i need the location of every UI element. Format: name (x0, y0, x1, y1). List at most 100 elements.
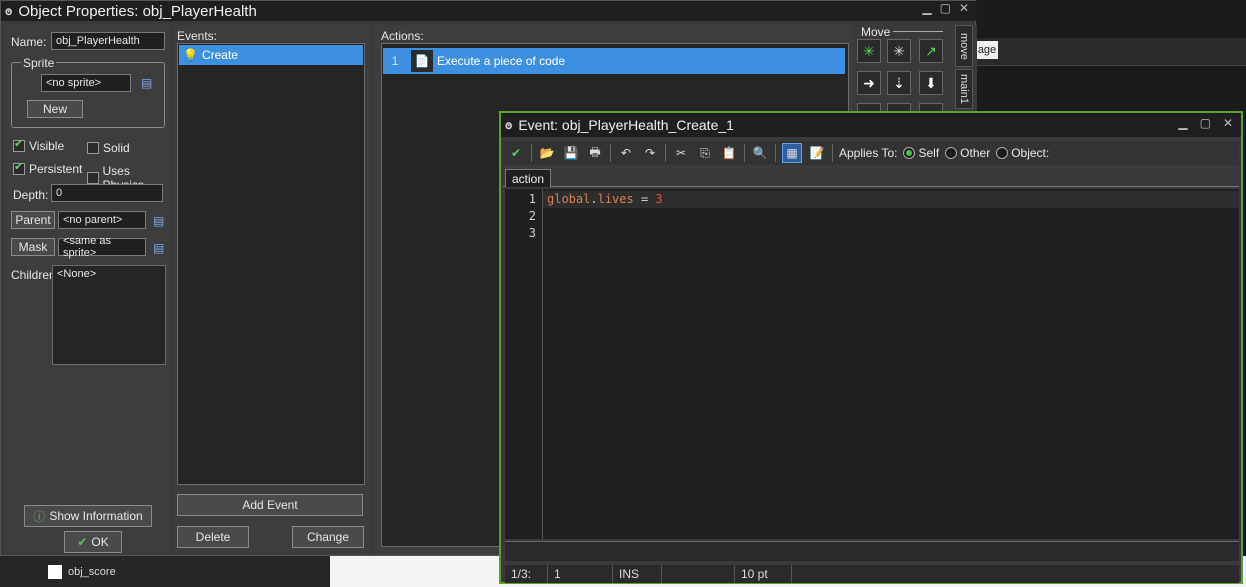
code-token: 3 (655, 192, 663, 206)
line-number: 2 (528, 209, 536, 223)
event-window-controls: ▁ ▢ ✕ (1178, 116, 1233, 130)
events-label: Events: (177, 29, 218, 43)
code-line[interactable]: global.lives = 3 (547, 192, 663, 209)
maximize-icon[interactable]: ▢ (1200, 116, 1211, 130)
line-number: 1 (528, 192, 536, 206)
checkmark-icon: ✔ (77, 535, 88, 549)
name-field[interactable]: obj_PlayerHealth (51, 32, 165, 50)
move-towards-icon[interactable]: ↗ (919, 39, 943, 63)
copy-icon[interactable]: ⎘ (696, 144, 714, 162)
load-icon[interactable]: 📂 (538, 144, 556, 162)
sprite-menu-icon[interactable]: ▤ (141, 76, 152, 90)
children-list[interactable]: <None> (52, 265, 166, 365)
gamemaker-logo-icon: ꙩ (5, 4, 13, 18)
confirm-icon[interactable]: ✔ (507, 144, 525, 162)
speed-horizontal-icon[interactable]: ➜ (857, 71, 881, 95)
code-editor[interactable]: 1 2 3 global.lives = 3 (505, 189, 1239, 539)
code-mode-icon[interactable]: ▦ (782, 143, 802, 163)
radio-self[interactable] (903, 147, 916, 159)
object-window-titlebar: ꙩ Object Properties: obj_PlayerHealth ▁ … (1, 1, 977, 21)
actions-label: Actions: (381, 29, 424, 43)
event-toolbar: ✔ 📂 💾 🖶 ↶ ↷ ✂ ⎘ 📋 🔍 ▦ 📝 Applies To: Self… (503, 141, 1239, 165)
applies-to-label: Applies To: (839, 146, 898, 160)
undo-icon[interactable]: ↶ (617, 144, 635, 162)
tab-move[interactable]: move (955, 25, 973, 67)
radio-other[interactable] (945, 147, 958, 159)
status-column: 1 (548, 565, 613, 583)
uses-physics-checkbox-box[interactable] (87, 172, 99, 184)
persistent-checkbox[interactable]: Persistent (13, 160, 82, 176)
radio-object[interactable] (996, 147, 1009, 159)
object-window-title: Object Properties: obj_PlayerHealth (18, 2, 257, 20)
close-icon[interactable]: ✕ (959, 1, 969, 15)
minimize-icon[interactable]: ▁ (1178, 116, 1187, 130)
check-code-icon[interactable]: 📝 (808, 144, 826, 162)
maximize-icon[interactable]: ▢ (940, 1, 951, 15)
visible-checkbox-box[interactable] (13, 137, 25, 152)
parent-field[interactable]: <no parent> (58, 211, 146, 229)
mask-button[interactable]: Mask (11, 238, 55, 256)
status-bar: 1/3: 1 INS 10 pt (505, 565, 1239, 583)
toolbar-separator (665, 144, 666, 162)
applies-object-radio[interactable]: Object: (996, 146, 1049, 160)
lightbulb-icon: 💡 (183, 48, 198, 62)
solid-checkbox[interactable]: Solid (87, 141, 130, 155)
paste-icon[interactable]: 📋 (720, 144, 738, 162)
tab-action[interactable]: action (505, 169, 552, 187)
code-text-area[interactable]: global.lives = 3 (547, 192, 663, 243)
properties-panel: Name: obj_PlayerHealth Sprite <no sprite… (5, 25, 171, 555)
code-line[interactable] (547, 226, 663, 243)
line-number: 3 (528, 226, 536, 240)
event-window-titlebar: ꙩ Event: obj_PlayerHealth_Create_1 ▁ ▢ ✕ (501, 113, 1241, 137)
mask-menu-icon[interactable]: ▤ (153, 241, 164, 255)
ok-label: OK (91, 535, 109, 549)
move-fixed-icon[interactable]: ✳ (857, 39, 881, 63)
events-panel: Events: 💡 Create Add Event Delete Change (173, 25, 371, 555)
speed-vertical-icon[interactable]: ⇣ (887, 71, 911, 95)
delete-event-button[interactable]: Delete (177, 526, 249, 548)
applies-self-radio[interactable]: Self (903, 146, 939, 160)
editor-horizontal-area (505, 541, 1239, 561)
code-line[interactable] (547, 209, 663, 226)
action-item-execute-code[interactable]: 1 📄 Execute a piece of code (383, 48, 845, 74)
change-event-button[interactable]: Change (292, 526, 364, 548)
solid-checkbox-box[interactable] (87, 142, 99, 154)
status-font-size: 10 pt (735, 565, 792, 583)
new-sprite-button[interactable]: New (27, 100, 83, 118)
gravity-icon[interactable]: ⬇ (919, 71, 943, 95)
sprite-group-label: Sprite (21, 56, 57, 70)
background-button[interactable]: age (976, 41, 998, 59)
print-icon[interactable]: 🖶 (586, 144, 604, 162)
redo-icon[interactable]: ↷ (641, 144, 659, 162)
persistent-checkbox-box[interactable] (13, 160, 25, 175)
parent-button[interactable]: Parent (11, 211, 55, 229)
show-information-button[interactable]: ⓘ Show Information (24, 505, 152, 527)
event-item-create[interactable]: 💡 Create (179, 45, 363, 65)
move-free-icon[interactable]: ✳ (887, 39, 911, 63)
applies-other-radio[interactable]: Other (945, 146, 990, 160)
show-information-label: Show Information (49, 509, 143, 523)
code-token: . (590, 192, 598, 206)
solid-label: Solid (103, 141, 130, 155)
code-token: global (547, 192, 591, 206)
minimize-icon[interactable]: ▁ (922, 1, 931, 15)
toolbar-separator (775, 144, 776, 162)
find-icon[interactable]: 🔍 (751, 144, 769, 162)
toolbar-separator (832, 144, 833, 162)
sprite-field[interactable]: <no sprite> (41, 74, 131, 92)
mask-field[interactable]: <same as sprite> (58, 235, 146, 259)
add-event-button[interactable]: Add Event (177, 494, 363, 516)
tab-main1[interactable]: main1 (955, 69, 973, 109)
events-list[interactable]: 💡 Create (177, 43, 365, 485)
depth-field[interactable]: 0 (51, 184, 163, 202)
applies-self-label: Self (918, 146, 940, 160)
visible-checkbox[interactable]: Visible (13, 137, 64, 153)
tree-item-obj-score[interactable]: obj_score (48, 565, 116, 579)
close-icon[interactable]: ✕ (1223, 116, 1233, 130)
status-position: 1/3: (505, 565, 548, 583)
ok-button[interactable]: ✔ OK (64, 531, 122, 553)
depth-label: Depth: (13, 188, 49, 202)
parent-menu-icon[interactable]: ▤ (153, 214, 164, 228)
save-icon[interactable]: 💾 (562, 144, 580, 162)
cut-icon[interactable]: ✂ (672, 144, 690, 162)
